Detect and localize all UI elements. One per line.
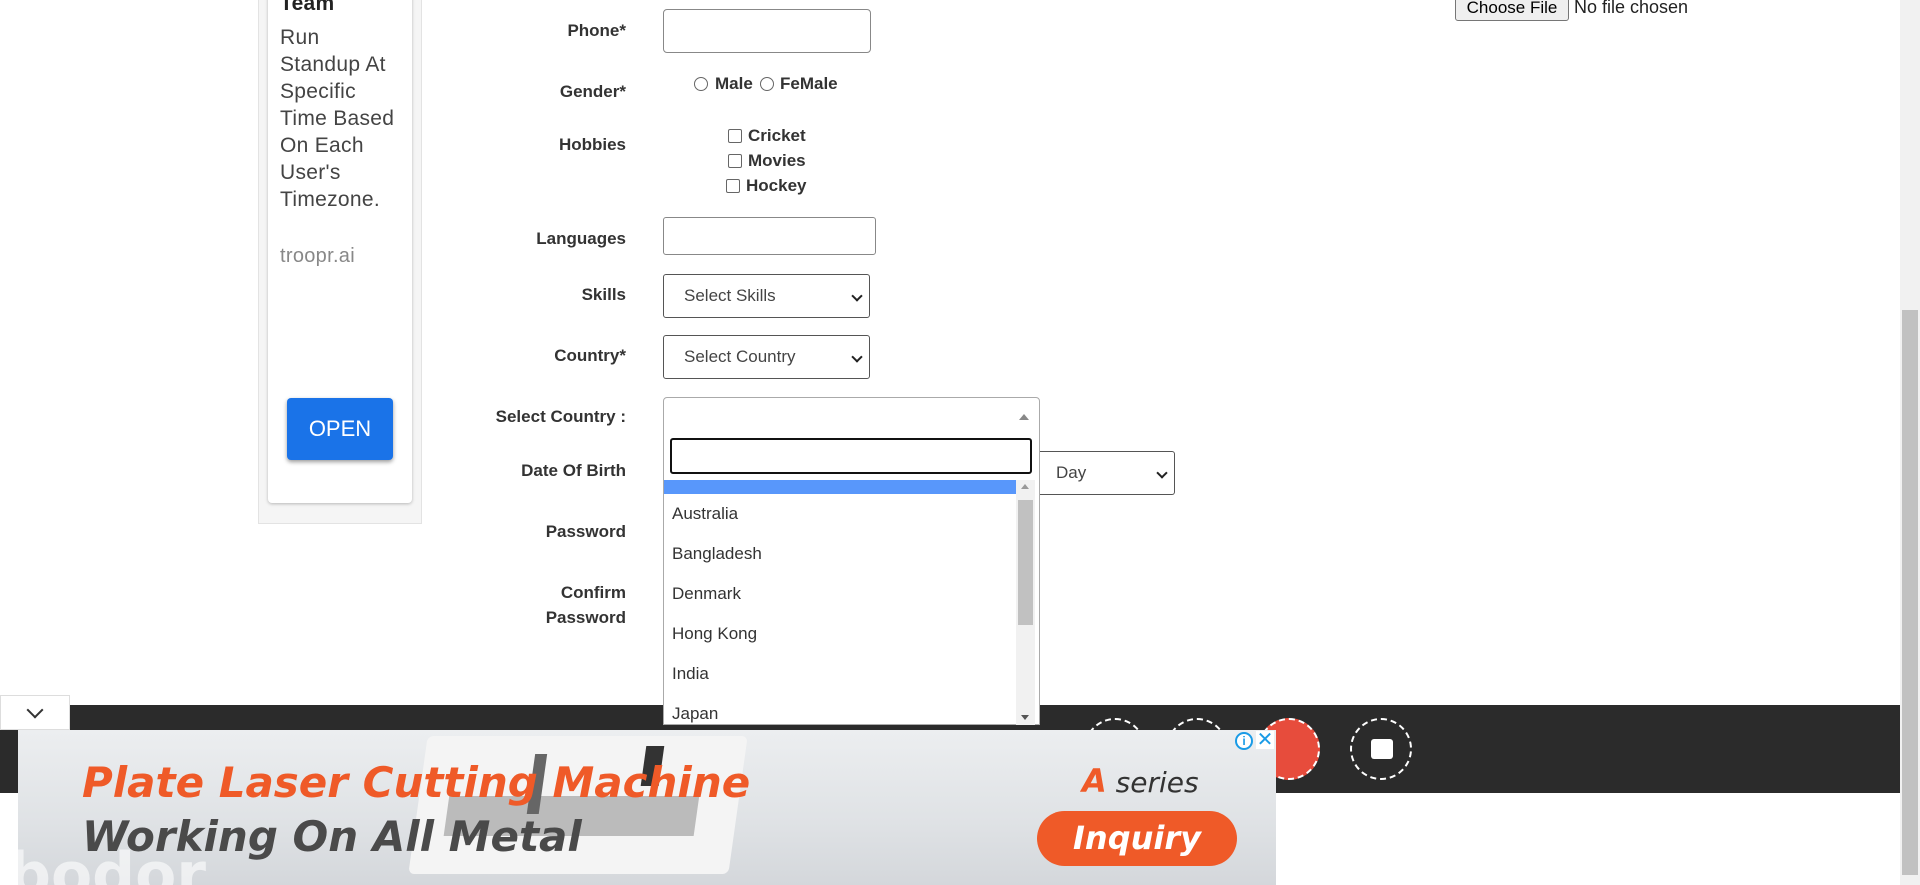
hobby-movies-checkbox[interactable] — [728, 154, 742, 168]
file-status-text: No file chosen — [1574, 0, 1689, 17]
dropdown-option[interactable]: India — [672, 664, 709, 684]
dob-day-select[interactable]: Day — [1036, 451, 1175, 495]
bottom-ad-line2: Working On All Metal — [82, 812, 582, 861]
country-select[interactable]: Select Country — [663, 335, 870, 379]
bottom-ad-series-letter: A — [1082, 762, 1107, 800]
left-ad-domain[interactable]: troopr.ai — [280, 243, 355, 270]
ad-info-icon[interactable]: i — [1235, 732, 1253, 750]
gender-label: Gender* — [559, 82, 626, 101]
chevron-down-icon — [851, 290, 863, 302]
left-ad-line-3: Specific — [280, 80, 356, 103]
bottom-ad-inquiry-button[interactable]: Inquiry — [1037, 811, 1237, 866]
confirm-password-label-line1: Confirm — [560, 583, 626, 602]
dob-day-value: Day — [1056, 463, 1087, 482]
youtube-glyph — [1371, 739, 1393, 759]
hobby-cricket-checkbox[interactable] — [728, 129, 742, 143]
dropdown-option[interactable]: Denmark — [672, 584, 741, 604]
left-ad-line-2: Standup At — [280, 53, 386, 76]
left-ad-line-5: On Each — [280, 134, 364, 157]
skills-select-value: Select Skills — [684, 286, 776, 305]
hobbies-label: Hobbies — [558, 135, 626, 154]
skills-label: Skills — [581, 285, 626, 304]
country-select-value: Select Country — [684, 347, 796, 366]
country-label: Country* — [554, 346, 626, 365]
left-ad-heading: Team — [280, 0, 335, 15]
phone-input[interactable] — [663, 9, 871, 53]
hobby-movies-label[interactable]: Movies — [748, 151, 806, 171]
dropdown-option[interactable]: Australia — [672, 504, 738, 524]
gender-male-radio[interactable] — [694, 77, 708, 91]
hobby-cricket-label[interactable]: Cricket — [748, 126, 806, 146]
chevron-down-icon — [26, 701, 44, 719]
left-ad-line-6: User's — [280, 161, 341, 184]
page-scrollbar-thumb[interactable] — [1902, 310, 1918, 875]
hobby-hockey-label[interactable]: Hockey — [746, 176, 806, 196]
youtube-icon[interactable] — [1350, 718, 1412, 780]
scroll-down-arrow-icon[interactable] — [1021, 715, 1029, 720]
select-country-search-input[interactable] — [670, 438, 1032, 474]
ad-close-icon[interactable]: ✕ — [1256, 730, 1274, 750]
select-country-combobox[interactable] — [663, 397, 1040, 433]
caret-up-icon — [1019, 414, 1029, 420]
left-ad-line-4: Time Based — [280, 107, 395, 130]
dropdown-highlighted-option[interactable] — [664, 480, 1016, 494]
scroll-up-arrow-icon[interactable] — [1021, 484, 1029, 489]
chevron-down-icon — [1156, 467, 1168, 479]
dropdown-option[interactable]: Hong Kong — [672, 624, 757, 644]
dropdown-option[interactable]: Bangladesh — [672, 544, 762, 564]
bottom-ad-series: A series — [1082, 762, 1199, 800]
dropdown-option[interactable]: Japan — [672, 704, 718, 724]
gender-male-label[interactable]: Male — [715, 74, 753, 94]
select-country-dropdown — [663, 432, 1040, 725]
bottom-ad-line1: Plate Laser Cutting Machine — [82, 758, 751, 807]
password-label: Password — [545, 522, 626, 541]
dropdown-scrollbar-thumb[interactable] — [1018, 500, 1033, 625]
chevron-down-icon — [851, 351, 863, 363]
gender-female-label[interactable]: FeMale — [780, 74, 838, 94]
bottom-ad-series-word: series — [1115, 766, 1199, 799]
languages-label: Languages — [536, 229, 626, 248]
dob-label: Date Of Birth — [521, 461, 626, 480]
languages-input[interactable] — [663, 217, 876, 255]
phone-label: Phone* — [567, 21, 626, 40]
skills-select[interactable]: Select Skills — [663, 274, 870, 318]
select-country-label: Select Country : — [495, 407, 626, 426]
confirm-password-label-line2: Password — [545, 608, 626, 627]
hobby-hockey-checkbox[interactable] — [726, 179, 740, 193]
choose-file-button[interactable]: Choose File — [1455, 0, 1569, 21]
ad-collapse-tab[interactable] — [0, 695, 70, 730]
left-ad-line-7: Timezone. — [280, 188, 380, 211]
left-ad-line-1: Run — [280, 26, 320, 49]
gender-female-radio[interactable] — [760, 77, 774, 91]
